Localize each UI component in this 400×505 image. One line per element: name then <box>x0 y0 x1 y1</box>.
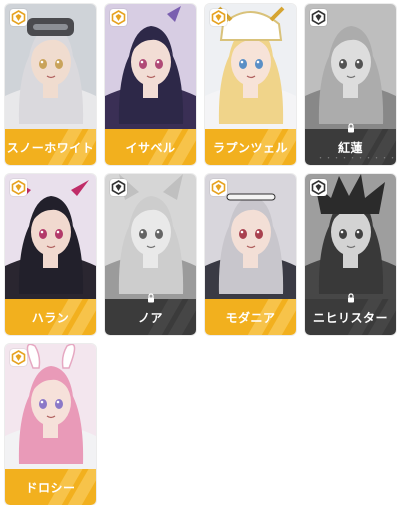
character-name: ハラン <box>31 310 70 325</box>
character-card[interactable]: スノーホワイト <box>5 4 96 165</box>
character-name-bar: ニヒリスター <box>305 299 396 335</box>
character-name-bar: イサベル <box>105 129 196 165</box>
character-card[interactable]: ニヒリスター <box>305 174 396 335</box>
rarity-emblem-icon <box>310 179 327 196</box>
character-name-bar: スノーホワイト <box>5 129 96 165</box>
character-grid: スノーホワイト イサベル ラプンツェル 紅蓮 ・・・・・・・・・・・・ <box>5 4 396 505</box>
character-name: ドロシー <box>25 480 76 495</box>
character-name: ラプンツェル <box>212 140 288 155</box>
character-card[interactable]: イサベル <box>105 4 196 165</box>
rarity-emblem-icon <box>10 9 27 26</box>
character-card[interactable]: 紅蓮 ・・・・・・・・・・・・ <box>305 4 396 165</box>
character-card[interactable]: ノア <box>105 174 196 335</box>
rarity-emblem-icon <box>110 9 127 26</box>
lock-icon <box>347 293 355 303</box>
character-name-bar: ハラン <box>5 299 96 335</box>
rarity-emblem-icon <box>10 349 27 366</box>
character-name-bar: ノア <box>105 299 196 335</box>
character-name: ニヒリスター <box>312 310 388 325</box>
character-card[interactable]: ドロシー <box>5 344 96 505</box>
lock-icon <box>147 293 155 303</box>
rarity-emblem-icon <box>10 179 27 196</box>
character-name: 紅蓮 <box>337 140 363 155</box>
rarity-emblem-icon <box>210 9 227 26</box>
lock-icon <box>347 123 355 133</box>
character-name: イサベル <box>125 140 176 155</box>
character-name: ノア <box>137 310 163 325</box>
rarity-emblem-icon <box>110 179 127 196</box>
character-card[interactable]: ラプンツェル <box>205 4 296 165</box>
character-name: スノーホワイト <box>6 140 95 155</box>
character-card[interactable]: ハラン <box>5 174 96 335</box>
character-card[interactable]: モダニア <box>205 174 296 335</box>
progress-dots: ・・・・・・・・・・・・ <box>317 154 396 162</box>
character-name-bar: ドロシー <box>5 469 96 505</box>
rarity-emblem-icon <box>210 179 227 196</box>
rarity-emblem-icon <box>310 9 327 26</box>
character-name-bar: ラプンツェル <box>205 129 296 165</box>
character-name: モダニア <box>225 310 276 325</box>
character-name-bar: モダニア <box>205 299 296 335</box>
